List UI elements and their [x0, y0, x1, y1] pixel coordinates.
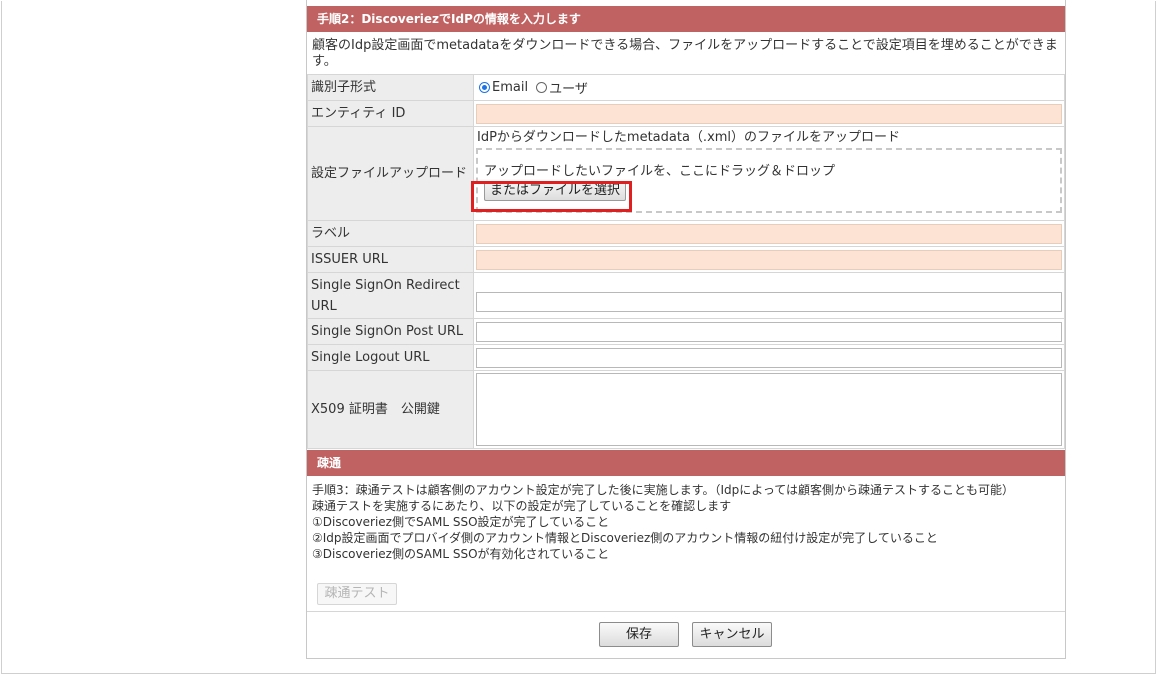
- dropzone-text: アップロードしたいファイルを、ここにドラッグ＆ドロップ: [484, 164, 836, 179]
- form-row-sso-post-url: Single SignOn Post URL: [307, 318, 1065, 345]
- form-row-entity-id: エンティティ ID: [307, 100, 1065, 127]
- upload-label: 設定ファイルアップロード: [307, 126, 474, 221]
- step2-header: 手順2：DiscoveriezでIdPの情報を入力します: [307, 6, 1065, 32]
- x509-label: X509 証明書 公開鍵: [307, 370, 474, 449]
- step2-description: 顧客のIdp設定画面でmetadataをダウンロードできる場合、ファイルをアップ…: [312, 38, 1058, 69]
- cancel-button[interactable]: キャンセル: [692, 622, 772, 647]
- issuer-url-input[interactable]: [476, 249, 1062, 270]
- sotsu-line: 手順3：疎通テストは顧客側のアカウント設定が完了した後に実施します。（Idpによ…: [312, 483, 1015, 497]
- form-row-x509: X509 証明書 公開鍵: [307, 370, 1065, 449]
- email-radio[interactable]: [479, 82, 490, 93]
- logout-url-label: Single Logout URL: [307, 344, 474, 371]
- user-radio[interactable]: [536, 82, 548, 93]
- form-row-label: ラベル: [307, 220, 1065, 247]
- idp-form-table: 識別子形式 Email ユーザ エンティティ ID 設定ファイルアップロード I…: [307, 74, 1065, 449]
- form-row-issuer-url: ISSUER URL: [307, 246, 1065, 273]
- sso-redirect-url-label: Single SignOn Redirect URL: [307, 272, 474, 319]
- sso-post-url-label: Single SignOn Post URL: [307, 318, 474, 345]
- sotsu-line: ①Discoveriez側でSAML SSO設定が完了していること: [312, 515, 610, 529]
- identifier-format-label: 識別子形式: [307, 74, 474, 101]
- connectivity-test-button[interactable]: 疎通テスト: [317, 583, 397, 605]
- sotsu-line: ③Discoveriez側のSAML SSOが有効化されていること: [312, 547, 610, 561]
- identifier-format-radio-group: Email ユーザ: [476, 78, 1062, 97]
- sotsu-line: 疎通テストを実施するにあたり、以下の設定が完了していることを確認します: [312, 499, 732, 513]
- entity-id-label: エンティティ ID: [307, 100, 474, 127]
- form-row-identifier-format: 識別子形式 Email ユーザ: [307, 74, 1065, 101]
- label-input[interactable]: [476, 223, 1062, 244]
- email-radio-label[interactable]: Email: [492, 80, 528, 95]
- sso-redirect-url-input[interactable]: [476, 291, 1062, 312]
- sotsu-instructions: 手順3：疎通テストは顧客側のアカウント設定が完了した後に実施します。（Idpによ…: [312, 482, 1062, 562]
- label-field-label: ラベル: [307, 220, 474, 247]
- sotsu-line: ②Idp設定画面でプロバイダ側のアカウント情報とDiscoveriez側のアカウ…: [312, 531, 938, 545]
- logout-url-input[interactable]: [476, 347, 1062, 368]
- footer-divider: [307, 611, 1065, 612]
- entity-id-input[interactable]: [476, 103, 1062, 124]
- form-row-upload: 設定ファイルアップロード IdPからダウンロードしたmetadata（.xml）…: [307, 126, 1065, 221]
- highlight-box: [471, 181, 632, 212]
- user-radio-label[interactable]: ユーザ: [549, 78, 588, 97]
- sotsu-header: 疎通: [307, 450, 1065, 476]
- x509-textarea[interactable]: [476, 373, 1062, 446]
- saml-settings-panel: 手順2：DiscoveriezでIdPの情報を入力します 顧客のIdp設定画面で…: [306, 0, 1066, 659]
- form-row-sso-redirect-url: Single SignOn Redirect URL: [307, 272, 1065, 319]
- form-row-logout-url: Single Logout URL: [307, 344, 1065, 371]
- sso-post-url-input[interactable]: [476, 321, 1062, 342]
- upload-note: IdPからダウンロードしたmetadata（.xml）のファイルをアップロード: [477, 130, 901, 145]
- save-button[interactable]: 保存: [599, 622, 679, 647]
- issuer-url-label: ISSUER URL: [307, 246, 474, 273]
